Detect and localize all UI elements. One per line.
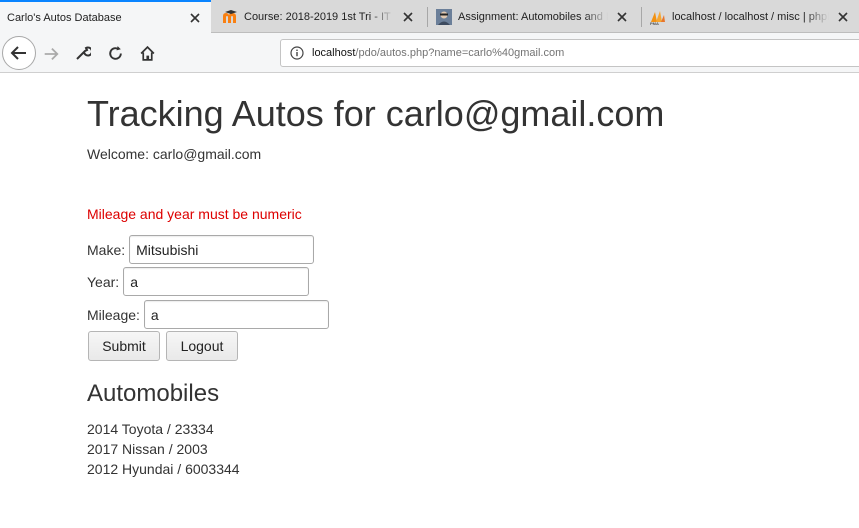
year-label: Year: (87, 273, 120, 290)
year-input[interactable] (123, 267, 310, 296)
back-button[interactable] (2, 36, 36, 70)
forward-icon (44, 47, 59, 61)
navigation-toolbar: localhost/pdo/autos.php?name=carlo%40gma… (0, 33, 859, 73)
make-row: Make: (87, 235, 315, 264)
home-icon (140, 45, 154, 61)
home-button[interactable] (137, 43, 157, 63)
close-icon[interactable] (835, 9, 851, 25)
info-icon[interactable] (290, 46, 304, 60)
close-icon[interactable] (400, 9, 416, 25)
close-icon[interactable] (187, 10, 203, 26)
tab-strip: Carlo's Autos Database Course: 2018-2019… (0, 0, 859, 34)
url-bar[interactable]: localhost/pdo/autos.php?name=carlo%40gma… (280, 39, 859, 67)
error-message: Mileage and year must be numeric (87, 206, 302, 222)
url-path: /pdo/autos.php?name=carlo%40gmail.com (355, 47, 565, 59)
make-input[interactable] (129, 235, 315, 264)
list-item: 2014 Toyota / 23334 (87, 421, 214, 437)
tab-title: localhost / localhost / misc | phpM (672, 10, 829, 23)
mileage-input[interactable] (143, 300, 329, 329)
back-icon (10, 46, 26, 60)
tab-course[interactable]: Course: 2018-2019 1st Tri - IT S (214, 0, 424, 33)
tab-title: Course: 2018-2019 1st Tri - IT S (244, 10, 394, 23)
svg-text:PMA: PMA (650, 21, 659, 25)
tab-assignment[interactable]: Assignment: Automobiles and Da (428, 0, 638, 33)
automobiles-list: 2014 Toyota / 23334 2017 Nissan / 2003 2… (87, 419, 240, 479)
mileage-row: Mileage: (87, 300, 329, 329)
forward-button[interactable] (40, 43, 62, 65)
avatar-icon (436, 8, 452, 25)
tab-carlos-autos[interactable]: Carlo's Autos Database (0, 0, 211, 34)
welcome-message: Welcome: carlo@gmail.com (87, 146, 262, 162)
mileage-label: Mileage: (87, 306, 140, 323)
reload-icon (108, 45, 122, 60)
moodle-icon (223, 9, 237, 23)
url-host: localhost (312, 47, 356, 59)
phpmyadmin-icon: PMA (650, 10, 665, 25)
list-item: 2017 Nissan / 2003 (87, 441, 208, 457)
automobiles-heading: Automobiles (87, 380, 220, 407)
year-row: Year: (87, 267, 310, 296)
page-title: Tracking Autos for carlo@gmail.com (87, 93, 665, 134)
developer-tools-button[interactable] (73, 43, 93, 63)
submit-button[interactable]: Submit (88, 331, 160, 361)
reload-button[interactable] (105, 43, 125, 63)
make-label: Make: (87, 241, 126, 258)
close-icon[interactable] (614, 9, 630, 25)
wrench-icon (76, 46, 91, 60)
list-item: 2012 Hyundai / 6003344 (87, 461, 240, 477)
tab-title: Carlo's Autos Database (7, 12, 181, 24)
logout-button[interactable]: Logout (166, 331, 238, 361)
tab-phpmyadmin[interactable]: PMA localhost / localhost / misc | phpM (642, 0, 859, 33)
tab-title: Assignment: Automobiles and Da (458, 10, 608, 23)
